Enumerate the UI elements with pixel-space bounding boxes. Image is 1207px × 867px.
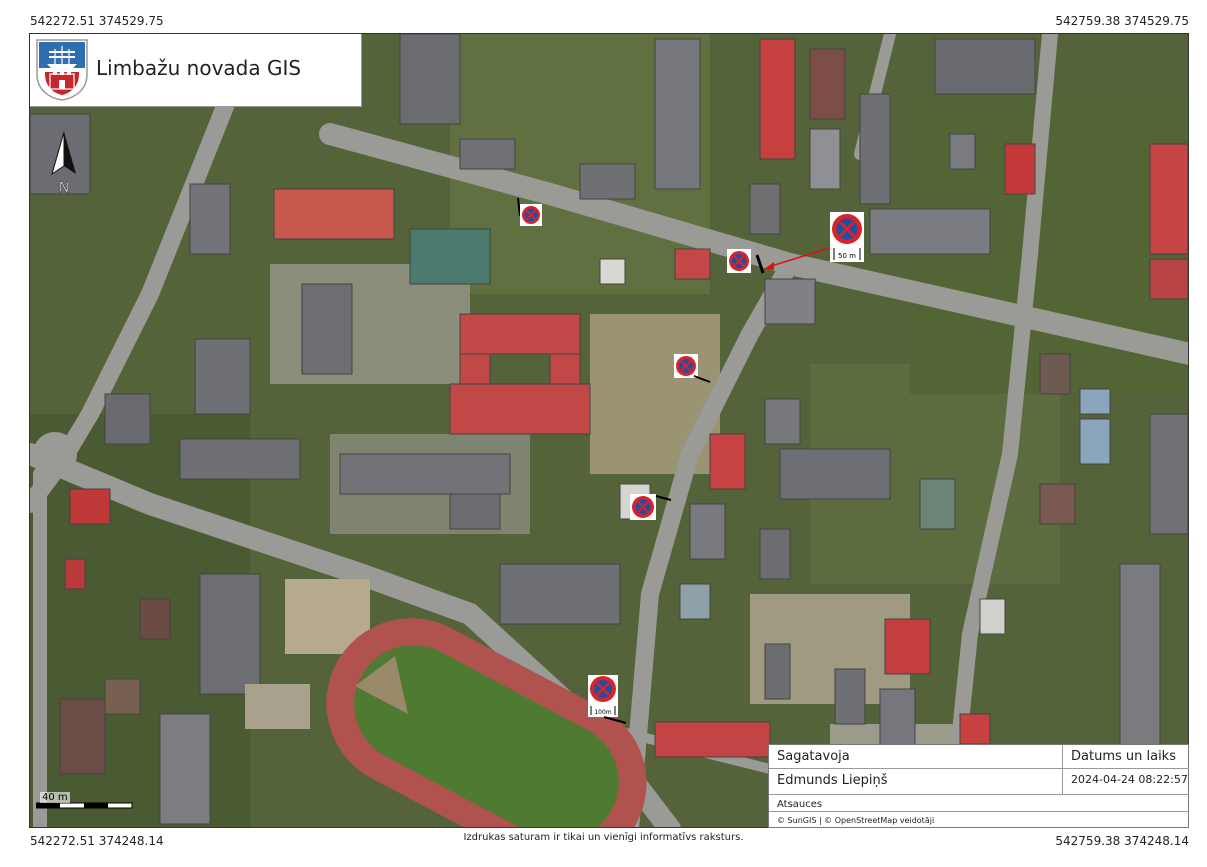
coord-top-right: 542759.38 374529.75 bbox=[1055, 14, 1189, 28]
sign-distance-50: 50 m bbox=[838, 252, 856, 260]
title-panel: Limbažu novada GIS bbox=[30, 34, 362, 107]
datetime-value: 2024-04-24 08:22:57 bbox=[1063, 769, 1189, 795]
sign-distance-100: 100m bbox=[594, 709, 611, 716]
references-value: © SunGIS | © OpenStreetMap veidotāji bbox=[777, 816, 935, 825]
no-parking-sign-icon[interactable] bbox=[672, 352, 712, 386]
disclaimer: Izdrukas saturam ir tikai un vienīgi inf… bbox=[463, 832, 744, 843]
no-parking-100m-sign-icon[interactable]: 100m bbox=[586, 673, 630, 729]
references-header: Atsauces bbox=[769, 795, 1189, 812]
north-arrow-icon: N bbox=[51, 131, 76, 196]
no-parking-50m-sign-icon[interactable]: 50 m bbox=[760, 210, 866, 275]
prepared-header: Sagatavoja bbox=[769, 745, 1063, 769]
prepared-by-value: Edmunds Liepiņš bbox=[769, 769, 1063, 795]
info-table: Sagatavoja Datums un laiks Edmunds Liepi… bbox=[768, 744, 1189, 828]
scale-label: 40 m bbox=[40, 792, 70, 803]
no-parking-sign-icon[interactable] bbox=[628, 492, 672, 522]
date-header: Datums un laiks bbox=[1063, 745, 1189, 769]
no-parking-sign-icon[interactable] bbox=[516, 196, 546, 236]
app-title: Limbažu novada GIS bbox=[96, 56, 302, 80]
coord-top-left: 542272.51 374529.75 bbox=[30, 14, 164, 28]
north-arrow-label: N bbox=[59, 180, 69, 196]
coat-of-arms-logo bbox=[36, 39, 88, 101]
